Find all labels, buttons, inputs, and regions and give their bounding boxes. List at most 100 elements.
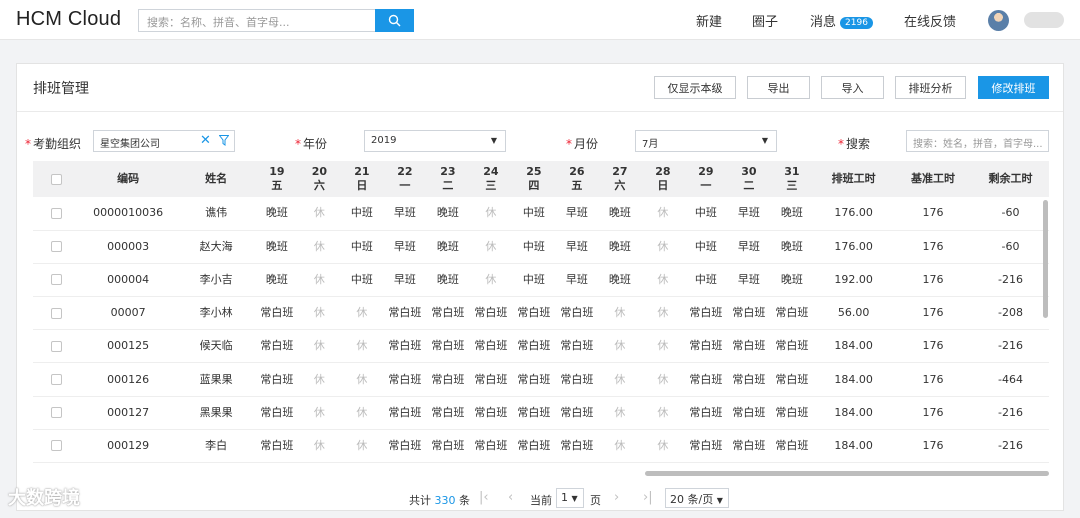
last-page-icon[interactable]: ›| [643,490,653,505]
row-checkbox[interactable] [50,407,62,419]
cell-shift[interactable]: 休 [598,296,642,331]
cell-shift[interactable]: 常白班 [684,396,728,430]
cell-shift[interactable]: 常白班 [255,296,299,331]
cell-shift[interactable]: 晚班 [598,263,642,298]
cell-shift[interactable]: 早班 [555,230,599,264]
cell-shift[interactable]: 常白班 [255,329,299,364]
cell-shift[interactable]: 休 [469,197,513,231]
cell-shift[interactable]: 中班 [684,197,728,231]
col-header-remain-hours[interactable]: 剩余工时 [971,161,1049,197]
export-button[interactable]: 导出 [747,76,810,99]
show-self-only-button[interactable]: 仅显示本级 [654,76,736,99]
cell-shift[interactable]: 中班 [512,263,556,298]
cell-shift[interactable]: 常白班 [383,296,427,331]
cell-shift[interactable]: 中班 [512,197,556,231]
row-checkbox[interactable] [50,374,62,386]
cell-shift[interactable]: 休 [598,396,642,430]
cell-shift[interactable]: 常白班 [684,329,728,364]
clear-icon[interactable]: ✕ [200,133,211,148]
cell-shift[interactable]: 晚班 [770,263,814,298]
row-select-cell[interactable] [33,396,80,430]
cell-shift[interactable]: 常白班 [512,362,556,397]
cell-shift[interactable]: 常白班 [426,329,470,364]
cell-shift[interactable]: 中班 [512,230,556,264]
cell-shift[interactable]: 休 [340,329,384,364]
select-all-cell[interactable] [33,161,80,197]
cell-shift[interactable]: 休 [641,263,685,298]
row-select-cell[interactable] [33,329,80,364]
select-all-checkbox[interactable] [50,173,62,185]
cell-shift[interactable]: 常白班 [255,396,299,430]
cell-shift[interactable]: 中班 [340,263,384,298]
cell-shift[interactable]: 休 [298,362,341,397]
cell-shift[interactable]: 休 [298,263,341,298]
table-row[interactable]: 000125 候天临 常白班休休常白班 常白班 常白班 常白班 常白班休休常白班 常白班 常白班… [33,329,1049,364]
horizontal-scrollbar[interactable] [645,471,1049,476]
cell-shift[interactable]: 休 [340,296,384,331]
cell-shift[interactable]: 常白班 [426,296,470,331]
cell-shift[interactable]: 中班 [684,230,728,264]
row-select-cell[interactable] [33,296,80,331]
cell-shift[interactable]: 休 [340,429,384,464]
cell-shift[interactable]: 早班 [727,263,771,298]
import-button[interactable]: 导入 [821,76,884,99]
cell-shift[interactable]: 常白班 [255,429,299,464]
col-header-base-hours[interactable]: 基准工时 [894,161,972,197]
cell-shift[interactable]: 常白班 [255,362,299,397]
cell-shift[interactable]: 休 [298,329,341,364]
col-header-sched-hours[interactable]: 排班工时 [813,161,895,197]
cell-shift[interactable]: 休 [469,230,513,264]
org-select[interactable]: 星空集团公司 ✕ [93,130,235,152]
cell-shift[interactable]: 早班 [555,263,599,298]
row-checkbox[interactable] [50,307,62,319]
cell-shift[interactable]: 早班 [727,230,771,264]
table-row[interactable]: 000127 黑果果 常白班休休常白班 常白班 常白班 常白班 常白班休休常白班 常白班 常白班… [33,396,1049,430]
nav-feedback[interactable]: 在线反馈 [904,11,956,30]
cell-shift[interactable]: 常白班 [469,329,513,364]
brand-logo[interactable]: HCM Cloud [16,8,121,31]
cell-shift[interactable]: 休 [598,429,642,464]
cell-shift[interactable]: 早班 [383,197,427,231]
cell-shift[interactable]: 休 [641,230,685,264]
filter-icon[interactable] [219,135,229,146]
cell-shift[interactable]: 休 [641,296,685,331]
year-select[interactable]: 2019 ▼ [364,130,506,152]
cell-shift[interactable]: 常白班 [684,429,728,464]
cell-shift[interactable]: 常白班 [383,429,427,464]
cell-shift[interactable]: 晚班 [598,230,642,264]
cell-shift[interactable]: 休 [340,396,384,430]
cell-shift[interactable]: 早班 [383,263,427,298]
cell-shift[interactable]: 休 [598,362,642,397]
row-select-cell[interactable] [33,429,80,464]
cell-shift[interactable]: 中班 [340,230,384,264]
schedule-analysis-button[interactable]: 排班分析 [895,76,966,99]
employee-search-input[interactable]: 搜索：姓名，拼音，首字母... [906,130,1049,152]
cell-shift[interactable]: 常白班 [426,362,470,397]
row-select-cell[interactable] [33,263,80,298]
cell-shift[interactable]: 休 [469,263,513,298]
cell-shift[interactable]: 晚班 [426,197,470,231]
cell-shift[interactable]: 常白班 [555,362,599,397]
table-row[interactable]: 0000010036 谯伟 晚班休中班 早班 晚班休中班 早班 晚班休中班 早班 晚班 176.0… [33,197,1049,231]
user-name-redacted[interactable] [1024,12,1064,28]
cell-shift[interactable]: 晚班 [426,263,470,298]
cell-shift[interactable]: 晚班 [255,263,299,298]
cell-shift[interactable]: 常白班 [684,362,728,397]
global-search-button[interactable] [375,9,414,32]
cell-shift[interactable]: 常白班 [770,429,814,464]
global-search-input[interactable]: 搜索：名称、拼音、首字母... [138,9,376,32]
cell-shift[interactable]: 常白班 [512,429,556,464]
cell-shift[interactable]: 常白班 [555,396,599,430]
cell-shift[interactable]: 休 [340,362,384,397]
table-row[interactable]: 000126 蓝果果 常白班休休常白班 常白班 常白班 常白班 常白班休休常白班 常白班 常白班… [33,362,1049,397]
row-checkbox[interactable] [50,274,62,286]
cell-shift[interactable]: 中班 [340,197,384,231]
first-page-icon[interactable]: |‹ [479,490,489,505]
cell-shift[interactable]: 常白班 [727,362,771,397]
cell-shift[interactable]: 晚班 [770,197,814,231]
table-row[interactable]: 000004 李小吉 晚班休中班 早班 晚班休中班 早班 晚班休中班 早班 晚班 192.00 17… [33,263,1049,298]
cell-shift[interactable]: 常白班 [770,296,814,331]
col-header-code[interactable]: 编码 [79,161,177,197]
cell-shift[interactable]: 常白班 [383,396,427,430]
nav-new[interactable]: 新建 [696,11,722,30]
